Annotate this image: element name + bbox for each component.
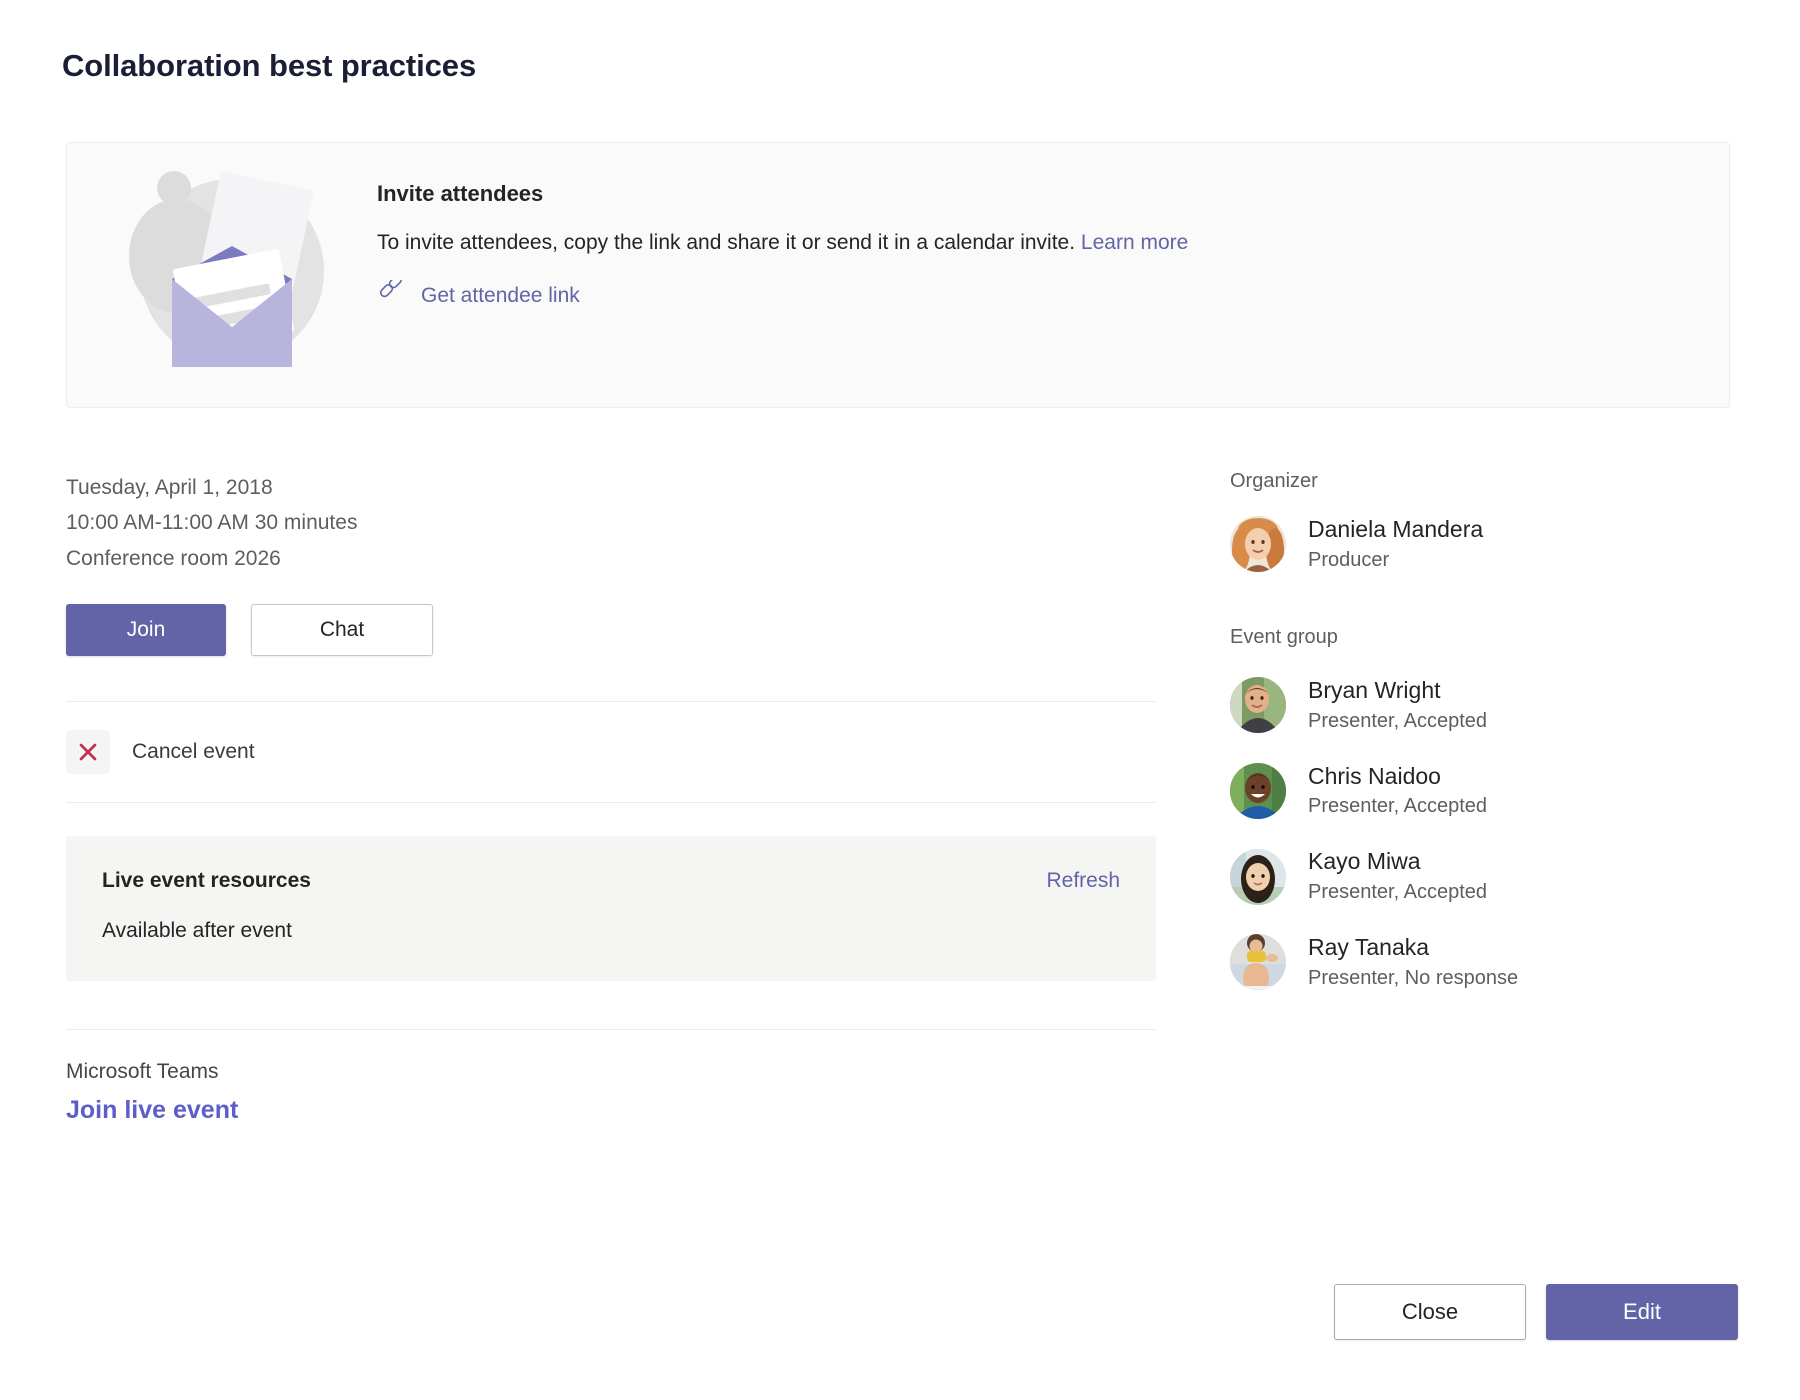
participants-column: Organizer Daniela Mandera Producer (1230, 470, 1750, 992)
cancel-event-label: Cancel event (132, 740, 255, 764)
resources-status: Available after event (102, 919, 1120, 943)
learn-more-link[interactable]: Learn more (1081, 231, 1188, 254)
organizer-row[interactable]: Daniela Mandera Producer (1230, 515, 1750, 574)
event-group-section-label: Event group (1230, 626, 1750, 649)
divider-below-cancel (66, 802, 1156, 803)
refresh-link[interactable]: Refresh (1046, 869, 1120, 893)
close-x-icon (66, 730, 110, 774)
event-location: Conference room 2026 (66, 541, 1156, 576)
edit-button[interactable]: Edit (1546, 1284, 1738, 1340)
list-item-text: Ray Tanaka Presenter, No response (1308, 933, 1518, 992)
resources-title: Live event resources (102, 869, 1120, 893)
divider-above-teams-link (66, 1029, 1156, 1030)
get-attendee-link-label: Get attendee link (421, 284, 580, 308)
teams-provider-label: Microsoft Teams (66, 1060, 1156, 1084)
get-attendee-link-button[interactable]: Get attendee link (377, 280, 1699, 311)
organizer-role: Producer (1308, 547, 1483, 574)
avatar-chris-naidoo (1230, 763, 1286, 819)
organizer-section-label: Organizer (1230, 470, 1750, 493)
member-role: Presenter, Accepted (1308, 793, 1487, 820)
join-button[interactable]: Join (66, 604, 226, 656)
member-name: Kayo Miwa (1308, 847, 1487, 876)
invite-banner-body: Invite attendees To invite attendees, co… (377, 181, 1699, 311)
invite-envelope-illustration (102, 151, 332, 381)
invite-description: To invite attendees, copy the link and s… (377, 229, 1699, 256)
organizer-text: Daniela Mandera Producer (1308, 515, 1483, 574)
list-item[interactable]: Ray Tanaka Presenter, No response (1230, 933, 1750, 992)
list-item[interactable]: Kayo Miwa Presenter, Accepted (1230, 847, 1750, 906)
member-name: Chris Naidoo (1308, 762, 1487, 791)
join-live-event-link[interactable]: Join live event (66, 1096, 1156, 1125)
event-group-list: Bryan Wright Presenter, Accepted (1230, 676, 1750, 992)
event-date: Tuesday, April 1, 2018 (66, 470, 1156, 505)
member-role: Presenter, Accepted (1308, 708, 1487, 735)
avatar-bryan-wright (1230, 677, 1286, 733)
avatar-kayo-miwa (1230, 849, 1286, 905)
event-time: 10:00 AM-11:00 AM 30 minutes (66, 505, 1156, 540)
member-name: Bryan Wright (1308, 676, 1487, 705)
member-role: Presenter, No response (1308, 965, 1518, 992)
live-event-details-page: Collaboration best practices In (0, 0, 1800, 1400)
close-button[interactable]: Close (1334, 1284, 1526, 1340)
chain-link-icon (377, 280, 403, 311)
invite-attendees-banner: Invite attendees To invite attendees, co… (66, 142, 1730, 408)
page-title: Collaboration best practices (62, 48, 476, 84)
chat-button[interactable]: Chat (251, 604, 433, 656)
list-item-text: Chris Naidoo Presenter, Accepted (1308, 762, 1487, 821)
avatar-daniela-mandera (1230, 516, 1286, 572)
list-item-text: Bryan Wright Presenter, Accepted (1308, 676, 1487, 735)
footer-actions: Close Edit (1334, 1284, 1738, 1340)
list-item[interactable]: Chris Naidoo Presenter, Accepted (1230, 762, 1750, 821)
cancel-event-button[interactable]: Cancel event (66, 702, 1156, 802)
list-item-text: Kayo Miwa Presenter, Accepted (1308, 847, 1487, 906)
avatar-ray-tanaka (1230, 934, 1286, 990)
member-role: Presenter, Accepted (1308, 879, 1487, 906)
list-item[interactable]: Bryan Wright Presenter, Accepted (1230, 676, 1750, 735)
event-details-column: Tuesday, April 1, 2018 10:00 AM-11:00 AM… (66, 470, 1156, 1125)
invite-description-text: To invite attendees, copy the link and s… (377, 231, 1075, 254)
live-event-resources-card: Live event resources Refresh Available a… (66, 836, 1156, 981)
event-action-buttons: Join Chat (66, 604, 1156, 656)
invite-heading: Invite attendees (377, 181, 1699, 207)
organizer-name: Daniela Mandera (1308, 515, 1483, 544)
member-name: Ray Tanaka (1308, 933, 1518, 962)
